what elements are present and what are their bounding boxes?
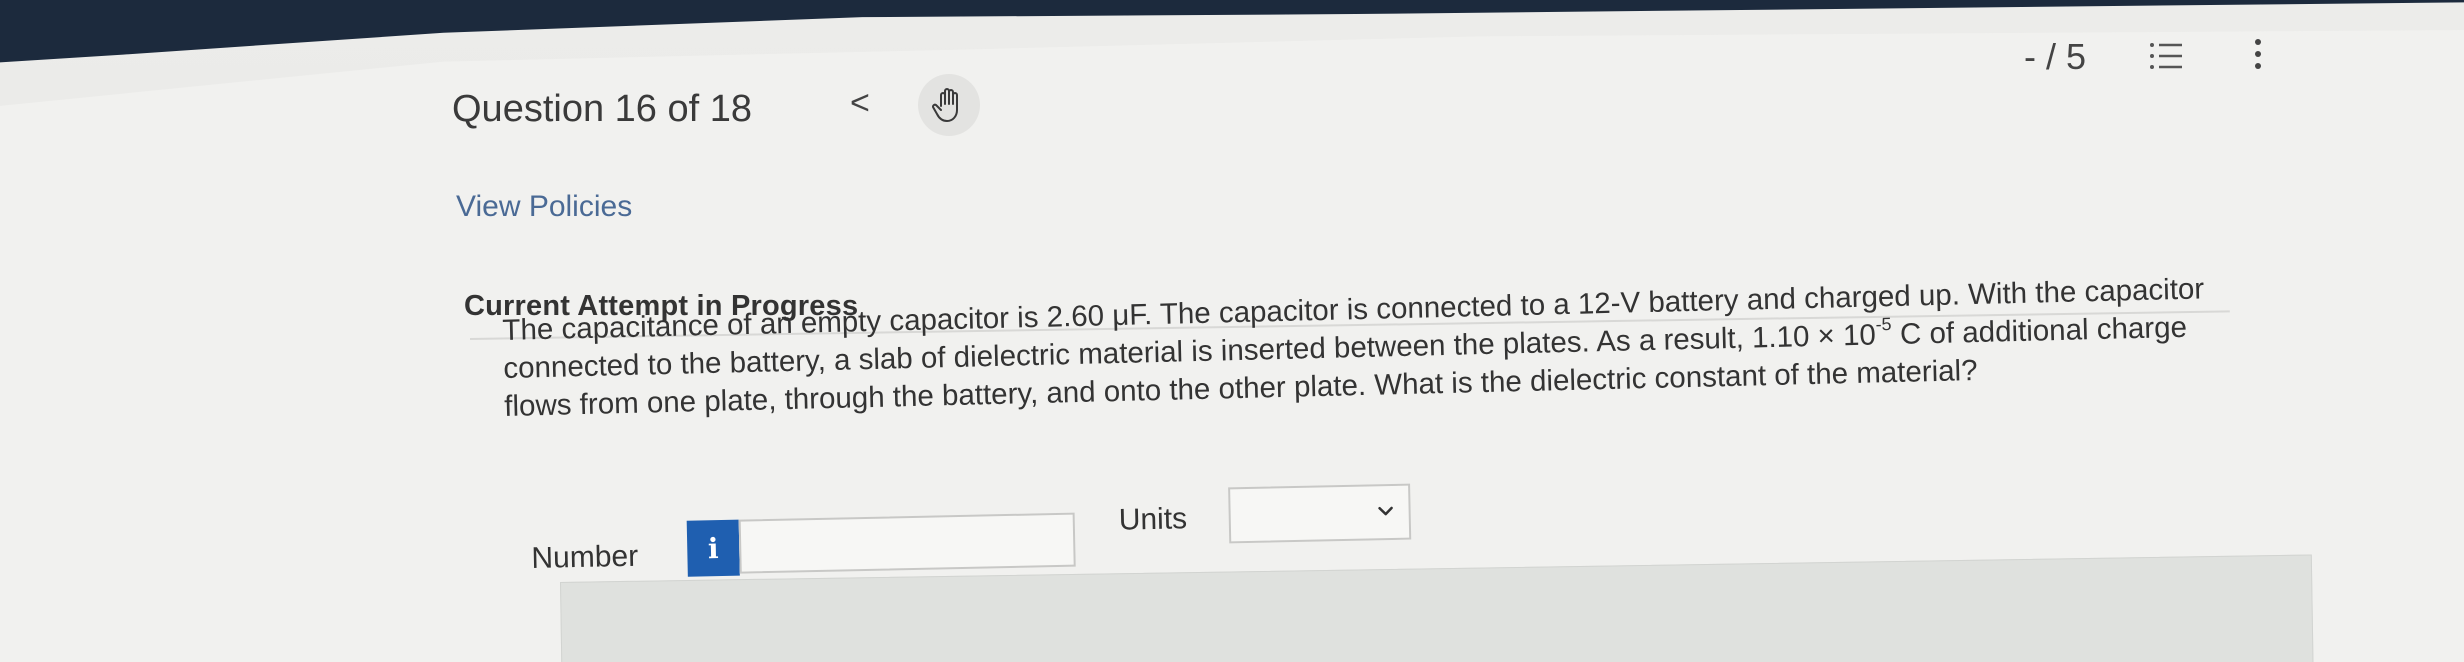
number-label: Number	[531, 539, 639, 575]
view-policies-link[interactable]: View Policies	[456, 190, 632, 224]
question-line-2-end: C of additional charge	[1891, 310, 2188, 352]
more-options-button[interactable]	[2252, 34, 2264, 74]
chevron-left-icon: <	[850, 84, 870, 122]
info-button[interactable]: i	[686, 519, 740, 577]
number-input[interactable]	[738, 512, 1076, 574]
question-counter: Question 16 of 18	[452, 88, 752, 130]
more-vertical-icon	[2255, 39, 2261, 69]
chevron-down-icon	[1378, 506, 1393, 516]
page: Question 16 of 18 < - / 5 View Policies …	[0, 0, 2464, 662]
score-display: - / 5	[2024, 36, 2087, 77]
previous-question-button[interactable]: <	[850, 84, 870, 123]
info-icon: i	[707, 531, 719, 565]
list-icon	[2150, 43, 2182, 69]
ask-for-help-button[interactable]	[918, 74, 980, 136]
exponent: -5	[1875, 314, 1892, 335]
units-dropdown[interactable]	[1228, 483, 1412, 544]
question-list-button[interactable]	[2148, 38, 2184, 74]
hand-raise-icon	[932, 88, 958, 122]
units-label: Units	[1118, 502, 1188, 537]
